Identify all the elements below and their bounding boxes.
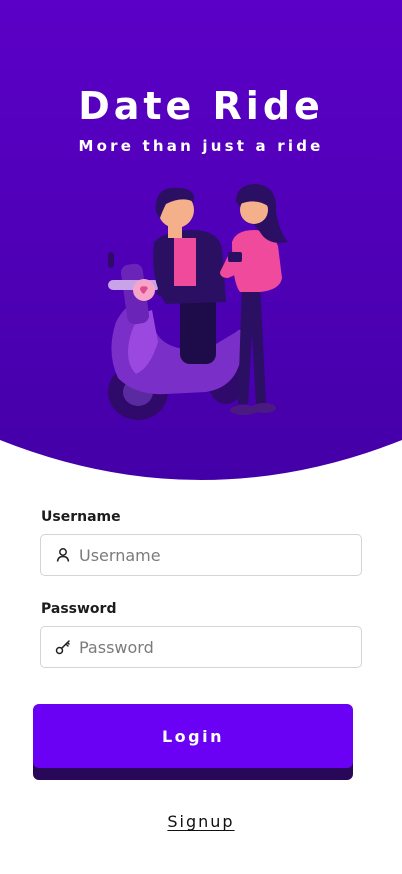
user-icon [55, 547, 71, 563]
username-input[interactable] [79, 535, 361, 575]
signup-link[interactable]: Signup [0, 812, 402, 831]
username-label: Username [41, 509, 121, 525]
login-button[interactable]: Login [33, 704, 353, 768]
username-field[interactable] [40, 534, 362, 576]
password-label: Password [41, 601, 117, 617]
couple-scooter-illustration [108, 184, 288, 420]
key-icon [55, 639, 71, 655]
hero-header: Date Ride More than just a ride [0, 0, 402, 480]
app-tagline: More than just a ride [78, 137, 324, 155]
password-input[interactable] [79, 627, 361, 667]
app-title: Date Ride [78, 84, 324, 128]
password-field[interactable] [40, 626, 362, 668]
